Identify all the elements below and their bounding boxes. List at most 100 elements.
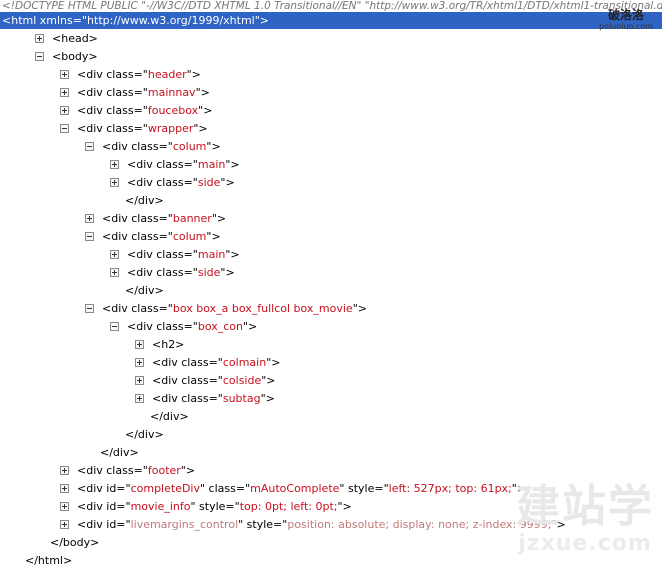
tag-text: ">: [352, 302, 367, 315]
tag-text: </div>: [125, 428, 164, 441]
tree-row[interactable]: <div class="box box_a box_fullcol box_mo…: [85, 300, 367, 318]
watermark-top-cn: 破洛洛: [607, 8, 644, 22]
attr-value: header: [147, 68, 187, 81]
tag-text: </div>: [100, 446, 139, 459]
tree-row[interactable]: </body>: [50, 534, 99, 552]
tag-text: <div class=": [77, 68, 148, 81]
expand-icon[interactable]: [60, 483, 69, 493]
tree-row[interactable]: <div class="mainnav">: [60, 84, 210, 102]
attr-value: mainnav: [147, 86, 196, 99]
expand-icon[interactable]: [60, 69, 69, 79]
tree-row[interactable]: <div class="side">: [110, 174, 235, 192]
tree-row[interactable]: <div class="colum">: [85, 138, 221, 156]
tree-row[interactable]: <div id="movie_info" style="top: 0pt; le…: [60, 498, 352, 516]
collapse-icon[interactable]: [85, 141, 94, 151]
attr-value: main: [197, 158, 226, 171]
tree-row[interactable]: </div>: [125, 282, 164, 300]
collapse-icon[interactable]: [35, 51, 44, 61]
selected-html-node[interactable]: <html xmlns="http://www.w3.org/1999/xhtm…: [0, 12, 662, 29]
expand-icon[interactable]: [85, 213, 94, 223]
expand-icon[interactable]: [60, 87, 69, 97]
tree-row[interactable]: <div class="foucebox">: [60, 102, 212, 120]
tag-text: <div class=": [102, 302, 173, 315]
tree-row[interactable]: <div class="colside">: [135, 372, 276, 390]
tree-row[interactable]: </div>: [100, 444, 139, 462]
tag-text: <div class=": [152, 356, 223, 369]
tree-row[interactable]: <div class="colmain">: [135, 354, 280, 372]
tag-text: <div class=": [102, 230, 173, 243]
tag-text: " style=": [190, 500, 240, 513]
watermark-top: 破洛洛 poluoluo.com: [594, 8, 658, 32]
tag-text: <div class=": [77, 464, 148, 477]
tree-row[interactable]: <div class="main">: [110, 246, 240, 264]
tag-text: <div class=": [77, 86, 148, 99]
tag-text: <div class=": [127, 176, 198, 189]
collapse-icon[interactable]: [85, 231, 94, 241]
attr-value: top: 0pt; left: 0pt;: [239, 500, 338, 513]
collapse-icon[interactable]: [110, 321, 119, 331]
tree-row[interactable]: <div class="colum">: [85, 228, 221, 246]
tag-text: ">: [193, 122, 208, 135]
attr-value: main: [197, 248, 226, 261]
tree-row[interactable]: <div id="livemargins_control" style="pos…: [60, 516, 566, 534]
tree-row[interactable]: <div class="main">: [110, 156, 240, 174]
doctype-line: <!DOCTYPE HTML PUBLIC "-//W3C//DTD XHTML…: [2, 0, 662, 12]
tree-row[interactable]: <body>: [35, 48, 98, 66]
tag-text: <div class=": [102, 212, 173, 225]
watermark-bottom: 建站学 jzxue.com: [510, 482, 660, 556]
tag-text: ">: [220, 176, 235, 189]
expand-icon[interactable]: [135, 393, 144, 403]
tree-row[interactable]: <div class="side">: [110, 264, 235, 282]
tag-text: ">: [243, 320, 258, 333]
tree-row[interactable]: <div class="banner">: [85, 210, 226, 228]
attr-value: colmain: [222, 356, 267, 369]
tree-row[interactable]: </div>: [125, 192, 164, 210]
expand-icon[interactable]: [60, 465, 69, 475]
expand-icon[interactable]: [60, 105, 69, 115]
tag-text: <div class=": [152, 374, 223, 387]
tag-text: " style=": [339, 482, 389, 495]
expand-icon[interactable]: [135, 357, 144, 367]
attr-value: colum: [172, 140, 207, 153]
attr-value: side: [197, 266, 221, 279]
tree-row[interactable]: <head>: [35, 30, 98, 48]
tag-text: <div class=": [77, 122, 148, 135]
tag-text: ">: [220, 266, 235, 279]
watermark-top-en: poluoluo.com: [599, 22, 653, 31]
tree-row[interactable]: <div id="completeDiv" class="mAutoComple…: [60, 480, 526, 498]
collapse-icon[interactable]: [60, 123, 69, 133]
tree-row[interactable]: <div class="box_con">: [110, 318, 257, 336]
tree-row[interactable]: <div class="footer">: [60, 462, 195, 480]
tag-text: </div>: [125, 284, 164, 297]
expand-icon[interactable]: [60, 501, 69, 511]
tag-text: </body>: [50, 536, 100, 549]
collapse-icon[interactable]: [85, 303, 94, 313]
attr-value: wrapper: [147, 122, 194, 135]
tag-text: <h2>: [152, 338, 185, 351]
attr-value: completeDiv: [130, 482, 200, 495]
tree-row[interactable]: </html>: [25, 552, 72, 570]
tag-text: ">: [206, 230, 221, 243]
tree-row[interactable]: </div>: [125, 426, 164, 444]
tree-row[interactable]: </div>: [150, 408, 189, 426]
expand-icon[interactable]: [110, 159, 119, 169]
tree-row[interactable]: <h2>: [135, 336, 184, 354]
tree-row[interactable]: <div class="wrapper">: [60, 120, 208, 138]
expand-icon[interactable]: [60, 519, 69, 529]
tag-text: " style=": [238, 518, 288, 531]
tag-text: ">: [225, 248, 240, 261]
expand-icon[interactable]: [110, 249, 119, 259]
expand-icon[interactable]: [110, 177, 119, 187]
expand-icon[interactable]: [135, 339, 144, 349]
tag-text: <div class=": [77, 104, 148, 117]
expand-icon[interactable]: [135, 375, 144, 385]
attr-value: livemargins_control: [130, 518, 239, 531]
tag-text: <div class=": [127, 248, 198, 261]
attr-value: banner: [172, 212, 212, 225]
expand-icon[interactable]: [110, 267, 119, 277]
tree-row[interactable]: <div class="subtag">: [135, 390, 275, 408]
tag-text: <div id=": [77, 500, 131, 513]
tag-text: <div id=": [77, 518, 131, 531]
tree-row[interactable]: <div class="header">: [60, 66, 201, 84]
expand-icon[interactable]: [35, 33, 44, 43]
